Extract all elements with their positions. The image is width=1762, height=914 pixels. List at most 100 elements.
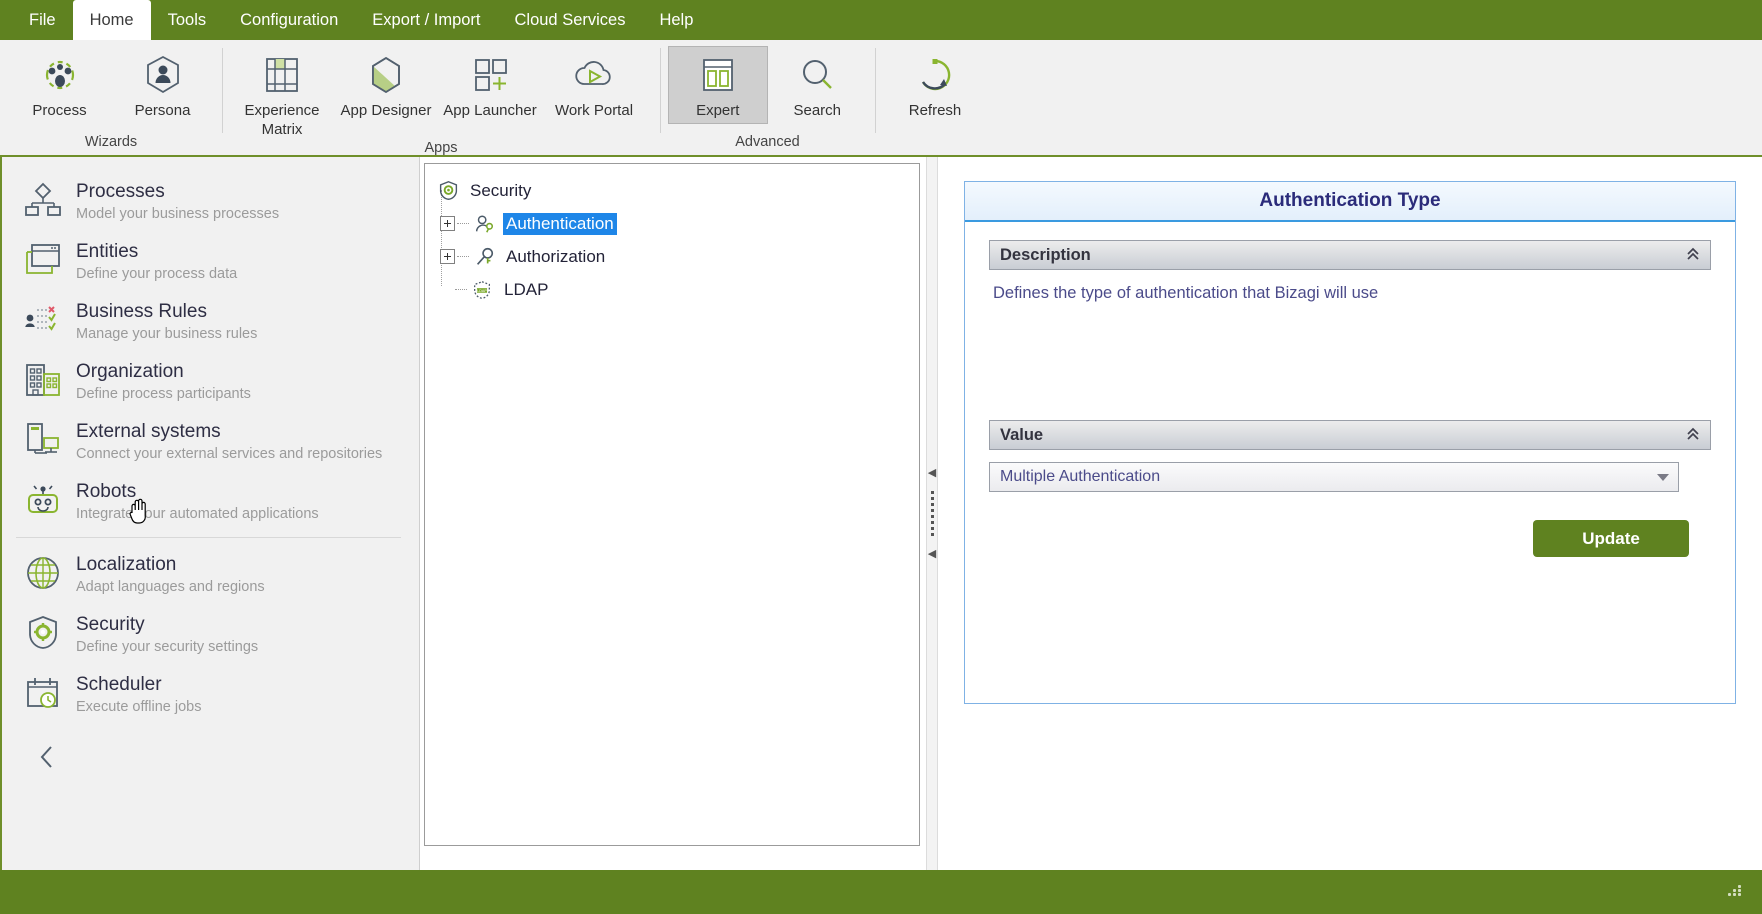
shield-gear-icon xyxy=(20,611,66,655)
card-body: Description Defines the type of authenti… xyxy=(965,222,1735,557)
chevron-up-icon-description[interactable] xyxy=(1686,246,1700,265)
tree-node-authentication[interactable]: Authentication xyxy=(431,207,913,240)
authentication-icon xyxy=(471,213,497,235)
ribbon-group-advanced: Expert Search Advanced xyxy=(660,40,875,155)
persona-icon xyxy=(142,53,184,97)
resize-grip-icon[interactable] xyxy=(1728,885,1746,899)
sidebar-item-external-systems[interactable]: External systems Connect your external s… xyxy=(2,411,419,471)
authorization-key-icon xyxy=(471,246,497,268)
sidebar-item-organization-text: Organization Define process participants xyxy=(76,358,251,404)
sidebar-item-scheduler[interactable]: Scheduler Execute offline jobs xyxy=(2,664,419,724)
description-section-header[interactable]: Description xyxy=(989,240,1711,270)
tree-node-ldap[interactable]: LDAP LDAP xyxy=(431,273,913,306)
sidebar-item-organization-subtitle: Define process participants xyxy=(76,386,251,402)
ribbon-button-experience-matrix-label: Experience Matrix xyxy=(244,102,320,138)
sidebar-item-entities-title: Entities xyxy=(76,241,139,262)
sidebar-item-security-title: Security xyxy=(76,614,145,635)
sidebar-item-localization-subtitle: Adapt languages and regions xyxy=(76,579,265,595)
refresh-icon xyxy=(914,53,956,97)
app-launcher-icon xyxy=(469,53,511,97)
ribbon-group-refresh: Refresh xyxy=(875,40,995,155)
sidebar-item-external-systems-title: External systems xyxy=(76,421,221,442)
external-systems-icon xyxy=(20,418,66,462)
menu-item-home[interactable]: Home xyxy=(72,0,151,40)
ribbon-button-app-launcher-label: App Launcher xyxy=(443,102,537,119)
sidebar-item-organization-title: Organization xyxy=(76,361,184,382)
ribbon-button-persona-label: Persona xyxy=(134,102,191,119)
main-menu-bar: File Home Tools Configuration Export / I… xyxy=(0,0,1762,40)
authentication-type-dropdown[interactable]: Multiple Authentication xyxy=(989,462,1679,492)
sidebar-item-scheduler-title: Scheduler xyxy=(76,674,162,695)
ribbon-group-advanced-caption: Advanced xyxy=(735,134,800,150)
ribbon-button-expert-label: Expert xyxy=(696,102,740,119)
ribbon-group-apps: Experience Matrix App Designer App Launc… xyxy=(222,40,660,156)
tree-node-security[interactable]: Security xyxy=(431,174,913,207)
menu-item-cloud-services[interactable]: Cloud Services xyxy=(498,0,643,40)
menu-item-tools[interactable]: Tools xyxy=(151,0,224,40)
tree-dash-authorization xyxy=(457,256,469,257)
tree-node-authorization[interactable]: Authorization xyxy=(431,240,913,273)
bizagi-studio-window: File Home Tools Configuration Export / I… xyxy=(0,0,1762,914)
splitter-collapse-up-arrow[interactable]: ◀ xyxy=(928,468,936,479)
sidebar-item-processes-text: Processes Model your business processes xyxy=(76,178,279,224)
sidebar-item-localization[interactable]: Localization Adapt languages and regions xyxy=(2,544,419,604)
tree-dash-authentication xyxy=(457,223,469,224)
chevron-up-icon-value[interactable] xyxy=(1686,426,1700,445)
sidebar-item-localization-text: Localization Adapt languages and regions xyxy=(76,551,265,597)
sidebar-item-external-systems-subtitle: Connect your external services and repos… xyxy=(76,446,383,462)
sidebar-item-processes-subtitle: Model your business processes xyxy=(76,206,280,222)
ribbon-group-refresh-caption xyxy=(875,150,995,153)
organization-building-icon xyxy=(20,358,66,402)
work-portal-icon xyxy=(572,53,616,97)
description-section-title: Description xyxy=(1000,245,1091,264)
menu-item-export-import[interactable]: Export / Import xyxy=(355,0,497,40)
svg-text:LDAP: LDAP xyxy=(477,289,487,293)
update-button[interactable]: Update xyxy=(1533,520,1689,557)
sidebar-collapse-button[interactable] xyxy=(2,724,419,777)
process-icon xyxy=(39,53,81,97)
security-shield-icon xyxy=(435,180,461,201)
entities-window-icon xyxy=(20,238,66,282)
ribbon-button-search-label: Search xyxy=(793,102,842,119)
panel-splitter[interactable]: ◀ ◀ xyxy=(926,157,938,870)
card-header: Authentication Type xyxy=(965,182,1735,222)
sidebar-item-organization[interactable]: Organization Define process participants xyxy=(2,351,419,411)
sidebar-item-robots[interactable]: Robots Integrate your automated applicat… xyxy=(2,471,419,531)
value-section-header[interactable]: Value xyxy=(989,420,1711,450)
sidebar-item-robots-title: Robots xyxy=(76,481,137,502)
menu-item-configuration[interactable]: Configuration xyxy=(223,0,355,40)
detail-pane: Authentication Type Description Defines … xyxy=(938,157,1762,870)
sidebar-item-entities[interactable]: Entities Define your process data xyxy=(2,231,419,291)
ribbon-button-app-launcher[interactable]: App Launcher xyxy=(438,46,542,124)
chevron-down-icon[interactable] xyxy=(1657,473,1669,481)
security-tree[interactable]: Security Authentication Authorization LD… xyxy=(424,163,920,846)
sidebar-item-processes[interactable]: Processes Model your business processes xyxy=(2,171,419,231)
menu-item-help[interactable]: Help xyxy=(642,0,710,40)
splitter-collapse-down-arrow[interactable]: ◀ xyxy=(928,549,936,560)
ribbon-button-app-designer[interactable]: App Designer xyxy=(334,46,438,124)
tree-node-ldap-label: LDAP xyxy=(504,279,549,299)
ribbon-button-persona[interactable]: Persona xyxy=(111,46,214,124)
ribbon-button-work-portal[interactable]: Work Portal xyxy=(542,46,646,124)
tree-expander-authorization[interactable] xyxy=(440,249,455,264)
menu-item-file[interactable]: File xyxy=(12,0,73,40)
ribbon-button-refresh[interactable]: Refresh xyxy=(883,46,987,124)
chevron-left-icon xyxy=(40,746,52,768)
tree-expander-authentication[interactable] xyxy=(440,216,455,231)
tree-node-security-label: Security xyxy=(470,180,532,200)
ribbon-button-experience-matrix[interactable]: Experience Matrix xyxy=(230,46,334,140)
expert-icon xyxy=(697,53,739,97)
sidebar-item-security[interactable]: Security Define your security settings xyxy=(2,604,419,664)
workspace: Processes Model your business processes … xyxy=(0,157,1762,870)
ribbon-button-expert[interactable]: Expert xyxy=(668,46,768,124)
button-row: Update xyxy=(989,492,1711,557)
ribbon-button-search[interactable]: Search xyxy=(768,46,868,124)
page-title: Authentication Type xyxy=(1259,190,1441,211)
ribbon-group-wizards-caption: Wizards xyxy=(84,134,138,150)
robot-icon xyxy=(20,478,66,522)
sidebar-item-business-rules[interactable]: Business Rules Manage your business rule… xyxy=(2,291,419,351)
ribbon-button-process[interactable]: Process xyxy=(8,46,111,124)
process-flow-icon xyxy=(20,178,66,222)
tree-panel-wrapper: Security Authentication Authorization LD… xyxy=(420,157,926,870)
splitter-grip[interactable] xyxy=(930,488,934,539)
